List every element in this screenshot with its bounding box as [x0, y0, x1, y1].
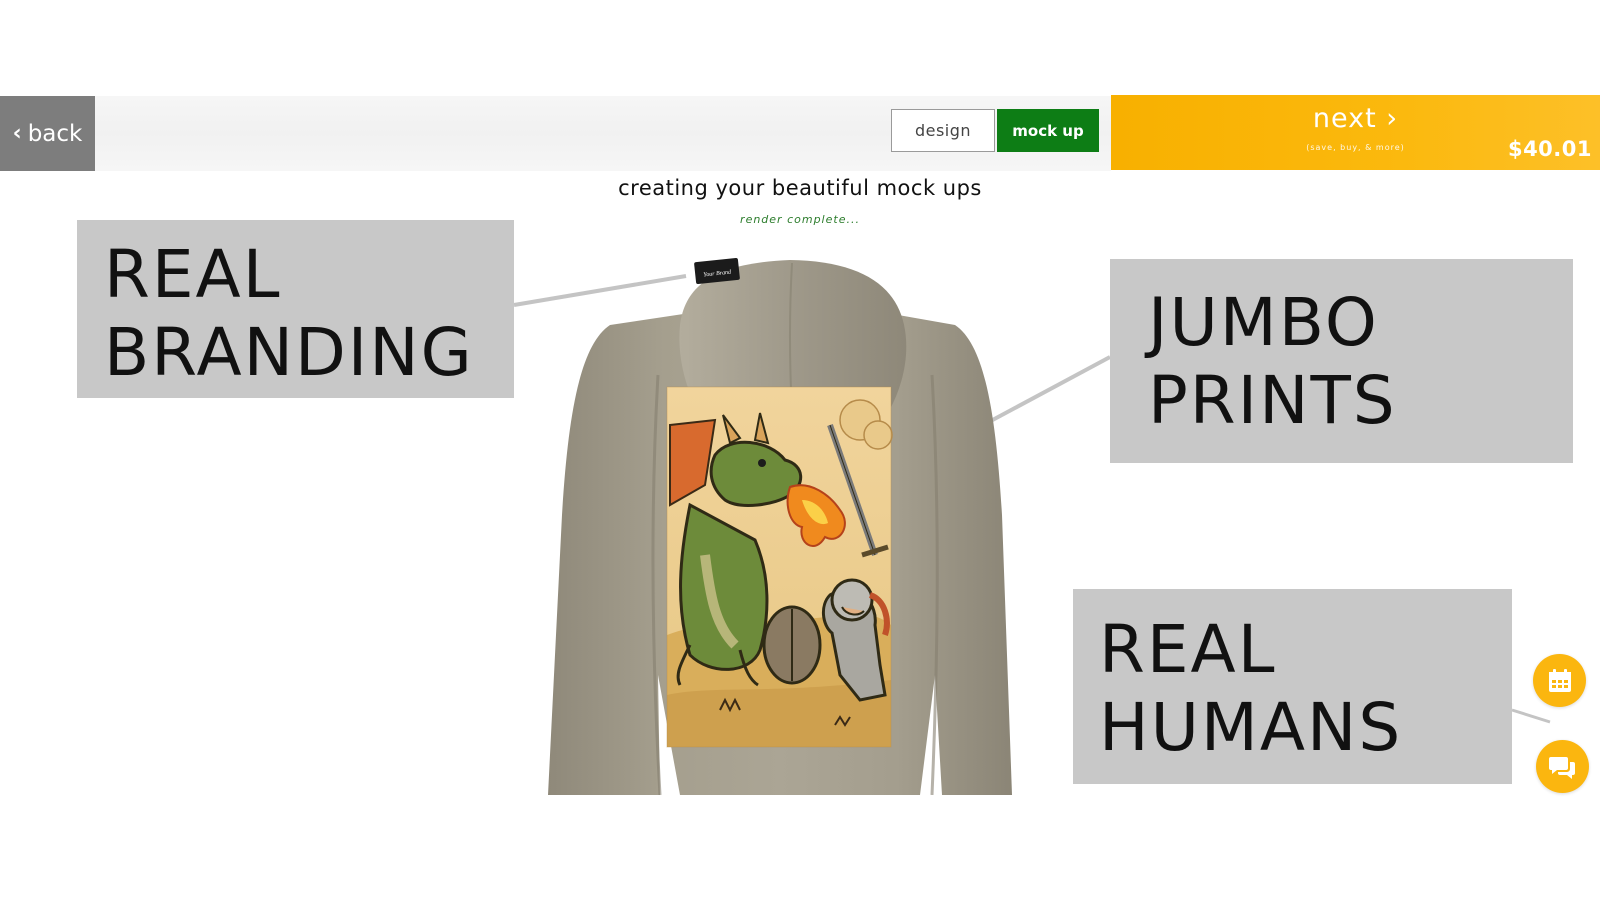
page-title: creating your beautiful mock ups	[618, 176, 982, 200]
chat-button[interactable]	[1536, 740, 1589, 793]
hoodie-mockup: Your Brand	[540, 255, 1040, 796]
calendar-button[interactable]	[1533, 654, 1586, 707]
next-button[interactable]: next › (save, buy, & more) $40.01	[1111, 95, 1600, 170]
humans-leader-line	[1511, 708, 1551, 724]
back-label: back	[27, 120, 83, 147]
dragon-knight-print	[666, 386, 893, 748]
chevron-right-icon: ›	[1386, 103, 1399, 134]
chevron-left-icon: ‹	[12, 121, 22, 146]
tab-design[interactable]: design	[891, 109, 995, 152]
callout-real-humans: REAL HUMANS	[1073, 589, 1512, 784]
callout-real-branding: REAL BRANDING	[77, 220, 514, 398]
hoodie-image: Your Brand	[548, 257, 1012, 796]
next-label: next ›	[1312, 103, 1399, 134]
back-button[interactable]: ‹ back	[0, 96, 95, 171]
tab-mock-up[interactable]: mock up	[997, 109, 1099, 152]
chat-icon	[1548, 756, 1575, 779]
price-label: $40.01	[1507, 137, 1592, 161]
callout-jumbo-prints: JUMBO PRINTS	[1110, 259, 1573, 463]
calendar-icon	[1548, 668, 1571, 692]
